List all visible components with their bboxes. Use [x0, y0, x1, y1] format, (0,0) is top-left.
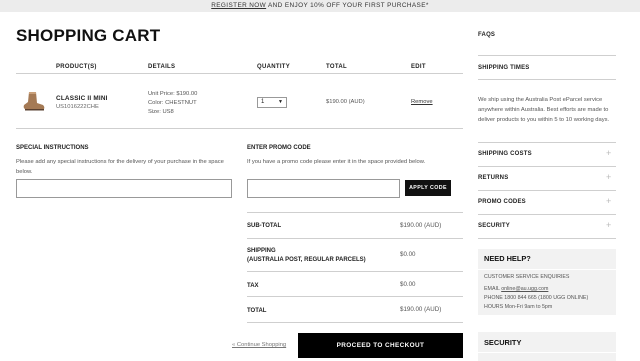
summary-divider: [247, 271, 463, 272]
product-thumbnail[interactable]: [20, 89, 46, 113]
sidebar-item-security[interactable]: SECURITY: [478, 223, 510, 229]
promo-code-text: If you have a promo code please enter it…: [247, 159, 426, 165]
help-email: EMAIL online@au.ugg.com: [484, 286, 548, 292]
sidebar-divider: [478, 79, 616, 80]
need-help-title: NEED HELP?: [484, 254, 531, 263]
summary-divider-top: [247, 212, 463, 213]
help-heading: CUSTOMER SERVICE ENQUIRIES: [484, 274, 570, 280]
security-title: SECURITY: [484, 338, 522, 347]
header-divider: [16, 73, 463, 74]
column-header-edit: EDIT: [411, 64, 426, 70]
security-box: SECURITY: [478, 332, 616, 361]
help-email-label: EMAIL: [484, 286, 500, 292]
subtotal-label: SUB-TOTAL: [247, 223, 282, 229]
line-total: $190.00 (AUD): [326, 99, 365, 105]
sidebar-divider: [478, 55, 616, 56]
help-phone: PHONE 1800 844 665 (1800 UGG ONLINE): [484, 295, 589, 301]
need-help-box: NEED HELP? CUSTOMER SERVICE ENQUIRIES EM…: [478, 249, 616, 315]
total-label: TOTAL: [247, 308, 267, 314]
shipping-method: (AUSTRALIA POST, REGULAR PARCELS): [247, 256, 366, 263]
quantity-select[interactable]: 1 ▼: [257, 97, 287, 108]
sidebar-item-returns[interactable]: RETURNS: [478, 175, 508, 181]
sidebar-divider: [478, 214, 616, 215]
tax-label: TAX: [247, 283, 259, 289]
subtotal-value: $190.00 (AUD): [400, 222, 442, 229]
help-divider: [478, 269, 616, 270]
sidebar-faqs-title: FAQS: [478, 32, 496, 38]
sidebar-divider: [478, 166, 616, 167]
tax-value: $0.00: [400, 281, 416, 288]
summary-divider-bottom: [247, 322, 463, 323]
summary-divider: [247, 238, 463, 239]
register-now-link[interactable]: REGISTER NOW: [211, 2, 266, 9]
column-header-details: DETAILS: [148, 64, 176, 70]
promo-bar-text: AND ENJOY 10% OFF YOUR FIRST PURCHASE*: [267, 2, 429, 9]
sidebar-item-shipping-costs[interactable]: SHIPPING COSTS: [478, 151, 532, 157]
plus-icon[interactable]: +: [606, 148, 611, 158]
special-instructions-input[interactable]: [16, 179, 232, 198]
shipping-times-text: We ship using the Australia Post eParcel…: [478, 97, 610, 123]
sidebar-item-shipping-times[interactable]: SHIPPING TIMES: [478, 65, 529, 71]
product-size: Size: US8: [148, 109, 174, 115]
apply-code-button[interactable]: APPLY CODE: [405, 180, 451, 196]
column-header-products: PRODUCT(S): [56, 64, 97, 70]
sidebar-divider: [478, 142, 616, 143]
continue-shopping-link[interactable]: « Continue Shopping: [232, 342, 286, 348]
proceed-to-checkout-button[interactable]: PROCEED TO CHECKOUT: [298, 333, 463, 358]
sidebar-divider: [478, 238, 616, 239]
promo-code-input[interactable]: [247, 179, 400, 198]
product-name[interactable]: CLASSIC II MINI: [56, 95, 108, 102]
shipping-label-group: SHIPPING (AUSTRALIA POST, REGULAR PARCEL…: [247, 247, 366, 264]
item-divider: [16, 128, 463, 129]
help-hours: HOURS Mon-Fri 9am to 5pm: [484, 304, 553, 310]
page-title: SHOPPING CART: [16, 26, 161, 45]
plus-icon[interactable]: +: [606, 172, 611, 182]
product-sku: US1016222CHE: [56, 104, 99, 110]
product-color: Color: CHESTNUT: [148, 100, 197, 106]
help-email-link[interactable]: online@au.ugg.com: [501, 286, 548, 292]
summary-divider: [247, 296, 463, 297]
remove-link[interactable]: Remove: [411, 99, 433, 105]
plus-icon[interactable]: +: [606, 220, 611, 230]
shipping-label: SHIPPING: [247, 248, 276, 254]
special-instructions-title: SPECIAL INSTRUCTIONS: [16, 145, 89, 151]
quantity-value: 1: [261, 99, 265, 105]
unit-price: Unit Price: $190.00: [148, 91, 198, 97]
sidebar-divider: [478, 190, 616, 191]
plus-icon[interactable]: +: [606, 196, 611, 206]
column-header-total: TOTAL: [326, 64, 347, 70]
security-divider: [478, 352, 616, 353]
column-header-quantity: QUANTITY: [257, 64, 291, 70]
sidebar-item-promo-codes[interactable]: PROMO CODES: [478, 199, 526, 205]
shipping-value: $0.00: [400, 251, 416, 258]
total-value: $190.00 (AUD): [400, 306, 442, 313]
promo-code-title: ENTER PROMO CODE: [247, 145, 311, 151]
promo-bar: REGISTER NOW AND ENJOY 10% OFF YOUR FIRS…: [0, 0, 640, 12]
chevron-down-icon: ▼: [278, 99, 283, 105]
special-instructions-text: Please add any special instructions for …: [16, 159, 224, 175]
